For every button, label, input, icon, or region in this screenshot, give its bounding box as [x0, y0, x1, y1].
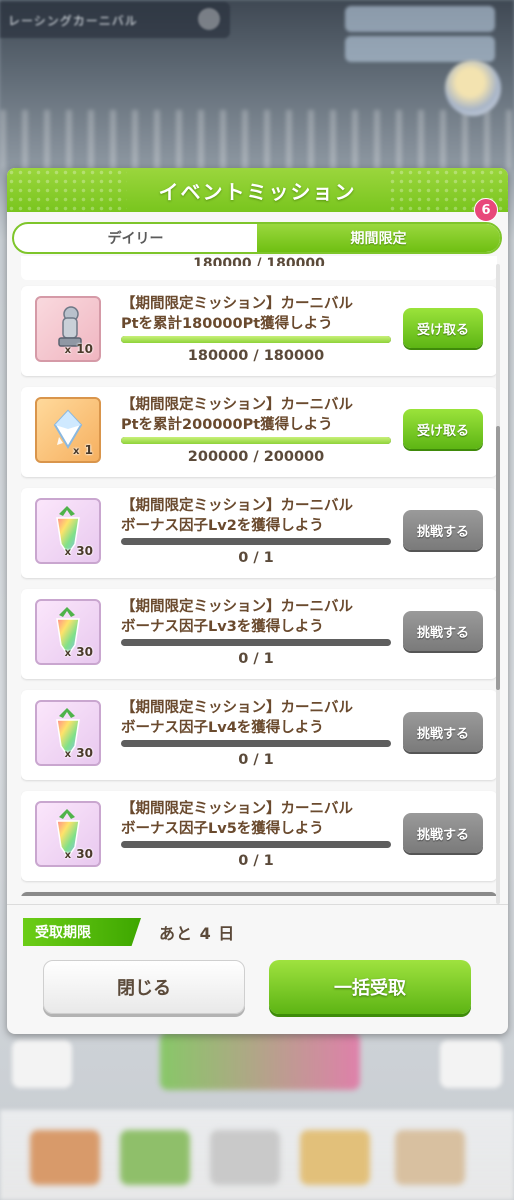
mission-list[interactable]: 180000 / 180000 x 10 【期間限定ミッション】カーニバル Pt… [21, 256, 497, 896]
background-right-button [440, 1040, 502, 1088]
mission-card: x 30 【期間限定ミッション】カーニバル ボーナス因子Lv4を獲得しよう 0 … [21, 690, 497, 780]
partial-progress-text: 180000 / 180000 [193, 256, 325, 266]
rainbow-carrot-icon: x 30 [35, 498, 101, 564]
mission-card: x 10 【期間限定ミッション】カーニバル Ptを累計180000Pt獲得しよう… [21, 286, 497, 376]
progress-bar [121, 639, 391, 646]
progress-text: 0 / 1 [238, 651, 274, 667]
mission-card: x 30 【期間限定ミッション】カーニバル ボーナス因子Lv5を獲得しよう 0 … [21, 791, 497, 881]
mission-tabs: デイリー 期間限定 [12, 222, 502, 254]
mission-description: 【期間限定ミッション】カーニバル ボーナス因子Lv4を獲得しよう [121, 700, 353, 736]
background-resource-bar [345, 6, 495, 32]
tab-limited-time[interactable]: 期間限定 [257, 224, 500, 252]
mission-description: 【期間限定ミッション】カーニバル Ptを累計200000Pt獲得しよう [121, 397, 353, 433]
progress-bar [121, 336, 391, 343]
info-icon [198, 8, 220, 30]
mission-description: 【期間限定ミッション】カーニバル Ptを累計180000Pt獲得しよう [121, 296, 353, 332]
background-stands [0, 110, 514, 170]
dialog-header: イベントミッション [7, 168, 508, 212]
background-dock-icon-2 [120, 1130, 190, 1185]
reward-count: x 30 [64, 544, 93, 558]
rainbow-carrot-icon: x 30 [35, 599, 101, 665]
whistle-trophy-icon: x 10 [35, 296, 101, 362]
event-mission-dialog: イベントミッション デイリー 期間限定 180000 / 180000 x 10… [7, 168, 508, 1034]
tab-daily[interactable]: デイリー [14, 224, 257, 252]
close-button[interactable]: 閉じる [43, 960, 245, 1014]
progress-fill [121, 437, 391, 444]
background-dock-icon-5 [395, 1130, 465, 1185]
progress-bar [121, 538, 391, 545]
mission-card: x 1 【期間限定ミッション】カーニバル Ptを累計200000Pt獲得しよう … [21, 387, 497, 477]
deadline-value: あと 4 日 [159, 924, 236, 943]
progress-bar [121, 437, 391, 444]
mission-description: 【期間限定ミッション】カーニバル ボーナス因子Lv5を獲得しよう [121, 801, 353, 837]
scrollbar-thumb[interactable] [496, 426, 500, 690]
reward-count: x 1 [73, 443, 93, 457]
mission-description: 【期間限定ミッション】カーニバル ボーナス因子Lv2を獲得しよう [121, 498, 353, 534]
reward-count: x 30 [64, 746, 93, 760]
background-dock-icon-3 [210, 1130, 280, 1185]
background-dock-icon-1 [30, 1130, 100, 1185]
mission-card-partial: 180000 / 180000 [21, 256, 497, 280]
background-left-button [12, 1040, 72, 1088]
notification-badge: 6 [474, 198, 498, 222]
mission-description: 【期間限定ミッション】カーニバル ボーナス因子Lv3を獲得しよう [121, 599, 353, 635]
dialog-title: イベントミッション [158, 179, 357, 204]
deadline-label: 受取期限 [23, 918, 141, 946]
background-dock-icon-4 [300, 1130, 370, 1185]
rainbow-carrot-icon: x 30 [35, 801, 101, 867]
reward-count: x 10 [64, 342, 93, 356]
mission-card: x 30 【期間限定ミッション】カーニバル ボーナス因子Lv2を獲得しよう 0 … [21, 488, 497, 578]
progress-text: 0 / 1 [238, 853, 274, 869]
progress-text: 0 / 1 [238, 752, 274, 768]
jewel-icon: x 1 [35, 397, 101, 463]
reward-count: x 30 [64, 847, 93, 861]
challenge-button[interactable]: 挑戦する [403, 712, 483, 752]
receive-button[interactable]: 受け取る [403, 409, 483, 449]
mission-card-partial [21, 892, 497, 896]
mission-card: x 30 【期間限定ミッション】カーニバル ボーナス因子Lv3を獲得しよう 0 … [21, 589, 497, 679]
background-avatar [445, 60, 501, 116]
progress-text: 200000 / 200000 [187, 449, 325, 465]
background-banner [160, 1032, 360, 1090]
rainbow-carrot-icon: x 30 [35, 700, 101, 766]
progress-bar [121, 841, 391, 848]
progress-bar [121, 740, 391, 747]
progress-fill [121, 336, 391, 343]
challenge-button[interactable]: 挑戦する [403, 510, 483, 550]
reward-count: x 30 [64, 645, 93, 659]
challenge-button[interactable]: 挑戦する [403, 611, 483, 651]
bulk-receive-button[interactable]: 一括受取 [269, 960, 471, 1014]
progress-text: 0 / 1 [238, 550, 274, 566]
footer-divider [7, 904, 508, 905]
receive-button[interactable]: 受け取る [403, 308, 483, 348]
background-resource-bar-2 [345, 36, 495, 62]
challenge-button[interactable]: 挑戦する [403, 813, 483, 853]
progress-text: 180000 / 180000 [187, 348, 325, 364]
background-title: レーシングカーニバル [8, 14, 138, 28]
